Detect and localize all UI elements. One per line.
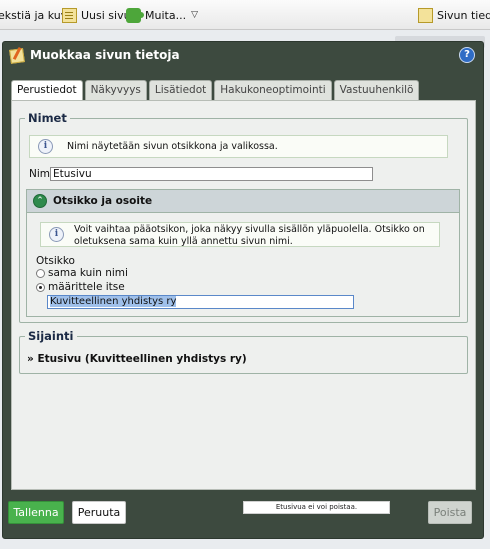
- toolbar-item-more[interactable]: Muita... ▽: [126, 6, 198, 24]
- collapse-arrow-icon[interactable]: ⌃: [33, 194, 47, 208]
- name-info-box: i Nimi näytetään sivun otsikkona ja vali…: [29, 135, 448, 158]
- info-icon: i: [38, 139, 53, 154]
- toolbar-item-label: Sivun tiedot: [437, 8, 490, 22]
- title-input-value: Kuvitteellinen yhdistys ry: [50, 296, 177, 307]
- radio-custom-title-label[interactable]: määrittele itse: [48, 281, 125, 293]
- new-page-icon: [62, 7, 77, 23]
- toolbar-item-page-info[interactable]: Sivun tiedot: [418, 6, 490, 24]
- names-section: Nimet i Nimi näytetään sivun otsikkona j…: [19, 111, 468, 323]
- location-section: Sijainti » Etusivu (Kuvitteellinen yhdis…: [19, 329, 468, 374]
- title-label: Otsikko: [36, 255, 75, 267]
- tab-additional-info[interactable]: Lisätiedot: [148, 80, 213, 100]
- edit-page-icon: [9, 48, 25, 64]
- page-info-icon: [418, 7, 433, 23]
- title-address-heading: Otsikko ja osoite: [53, 195, 153, 207]
- title-info-text: Voit vaihtaa pääotsikon, joka näkyy sivu…: [74, 224, 425, 247]
- dialog-header[interactable]: Muokkaa sivun tietoja ?: [3, 42, 483, 70]
- toolbar-item-new-page[interactable]: Uusi sivu: [62, 6, 131, 24]
- top-toolbar: ekstiä ja kuvia Uusi sivu Muita... ▽ Siv…: [0, 0, 490, 30]
- status-note: Etusivua ei voi poistaa.: [243, 501, 390, 514]
- title-info-box: i Voit vaihtaa pääotsikon, joka näkyy si…: [40, 222, 440, 247]
- info-icon: i: [49, 227, 64, 242]
- radio-same-as-name-label[interactable]: sama kuin nimi: [48, 267, 128, 279]
- radio-custom-title[interactable]: [36, 283, 45, 292]
- chevron-down-icon: ▽: [191, 10, 198, 20]
- toolbar-item-label: Uusi sivu: [81, 8, 131, 22]
- dialog-title: Muokkaa sivun tietoja: [30, 48, 180, 62]
- title-address-header[interactable]: ⌃ Otsikko ja osoite: [27, 190, 459, 213]
- delete-button[interactable]: Poista: [428, 501, 472, 524]
- name-info-text: Nimi näytetään sivun otsikkona ja valiko…: [67, 141, 278, 152]
- toolbar-item-label: Muita...: [145, 8, 187, 22]
- edit-page-dialog: Muokkaa sivun tietoja ? Perustiedot Näky…: [2, 41, 484, 539]
- name-input[interactable]: Etusivu: [50, 167, 373, 181]
- help-button[interactable]: ?: [459, 47, 475, 63]
- names-legend: Nimet: [25, 111, 70, 125]
- save-button[interactable]: Tallenna: [8, 501, 64, 524]
- title-address-panel: ⌃ Otsikko ja osoite i Voit vaihtaa pääot…: [26, 189, 460, 317]
- tab-visibility[interactable]: Näkyvyys: [84, 80, 147, 100]
- tab-basic-info[interactable]: Perustiedot: [11, 80, 83, 101]
- basic-info-panel: Nimet i Nimi näytetään sivun otsikkona j…: [11, 100, 476, 490]
- title-input[interactable]: Kuvitteellinen yhdistys ry: [47, 295, 354, 309]
- location-legend: Sijainti: [25, 329, 77, 343]
- tab-bar: Perustiedot Näkyvyys Lisätiedot Hakukone…: [11, 80, 421, 101]
- puzzle-icon: [126, 7, 144, 23]
- radio-same-as-name[interactable]: [36, 269, 45, 278]
- location-path[interactable]: » Etusivu (Kuvitteellinen yhdistys ry): [27, 353, 247, 365]
- tab-seo[interactable]: Hakukoneoptimointi: [214, 80, 332, 100]
- tab-contact-person[interactable]: Vastuuhenkilö: [333, 80, 420, 100]
- cancel-button[interactable]: Peruuta: [72, 501, 126, 524]
